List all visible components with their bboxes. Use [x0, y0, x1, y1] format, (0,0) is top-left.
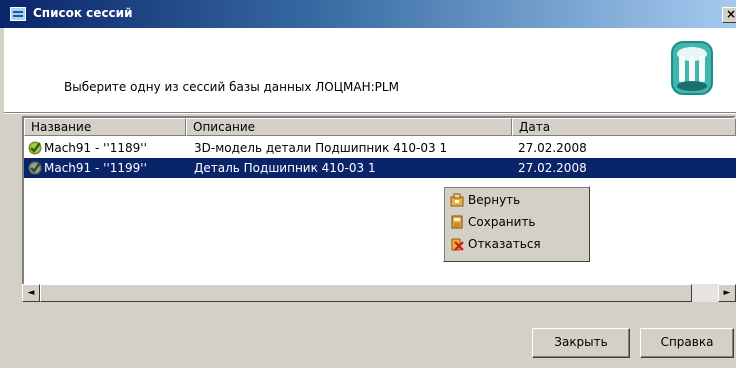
- checkmark-icon: [28, 161, 42, 175]
- scrollbar-thumb[interactable]: [40, 284, 692, 302]
- database-icon: [671, 41, 713, 95]
- checkmark-icon: [28, 141, 42, 155]
- session-name: Mach91 - ''1189'': [44, 141, 147, 155]
- session-date: 27.02.2008: [518, 141, 587, 155]
- discard-icon: [451, 238, 464, 251]
- table-row-selected[interactable]: Mach91 - ''1199'' Деталь Подшипник 410-0…: [24, 158, 736, 178]
- close-button[interactable]: Закрыть: [532, 328, 630, 358]
- window-title: Список сессий: [33, 6, 133, 20]
- context-menu: Вернуть Сохранить Отказаться: [443, 186, 590, 262]
- help-button[interactable]: Справка: [640, 328, 734, 358]
- column-header-date[interactable]: Дата: [512, 118, 736, 136]
- scroll-left-button[interactable]: ◄: [22, 284, 40, 302]
- column-header-name[interactable]: Название: [24, 118, 186, 136]
- session-list-dialog: Список сессий × Выберите одну из сессий …: [0, 0, 736, 368]
- session-date: 27.02.2008: [518, 161, 587, 175]
- divider-highlight: [4, 113, 736, 114]
- restore-icon: [450, 193, 464, 207]
- column-header-description[interactable]: Описание: [186, 118, 512, 136]
- menu-item-label: Отказаться: [468, 237, 541, 251]
- session-list[interactable]: Название Описание Дата Mach91 - ''1189''…: [22, 116, 736, 294]
- menu-item-label: Сохранить: [468, 215, 536, 229]
- menu-item-label: Вернуть: [468, 193, 521, 207]
- window-icon: [10, 7, 26, 21]
- close-window-button[interactable]: ×: [722, 7, 736, 23]
- session-description: 3D-модель детали Подшипник 410-03 1: [194, 141, 448, 155]
- instruction-text: Выберите одну из сессий базы данных ЛОЦМ…: [64, 80, 399, 94]
- session-description: Деталь Подшипник 410-03 1: [194, 161, 376, 175]
- menu-item-save[interactable]: Сохранить: [448, 211, 586, 233]
- save-icon: [451, 215, 463, 229]
- table-row[interactable]: Mach91 - ''1189'' 3D-модель детали Подши…: [24, 138, 736, 158]
- title-bar[interactable]: Список сессий ×: [0, 0, 736, 28]
- dialog-header: Выберите одну из сессий базы данных ЛОЦМ…: [4, 28, 736, 112]
- session-name: Mach91 - ''1199'': [44, 161, 147, 175]
- scroll-right-button[interactable]: ►: [718, 284, 736, 302]
- menu-item-discard[interactable]: Отказаться: [448, 233, 586, 255]
- horizontal-scrollbar[interactable]: ◄ ►: [22, 284, 736, 302]
- menu-item-restore[interactable]: Вернуть: [448, 189, 586, 211]
